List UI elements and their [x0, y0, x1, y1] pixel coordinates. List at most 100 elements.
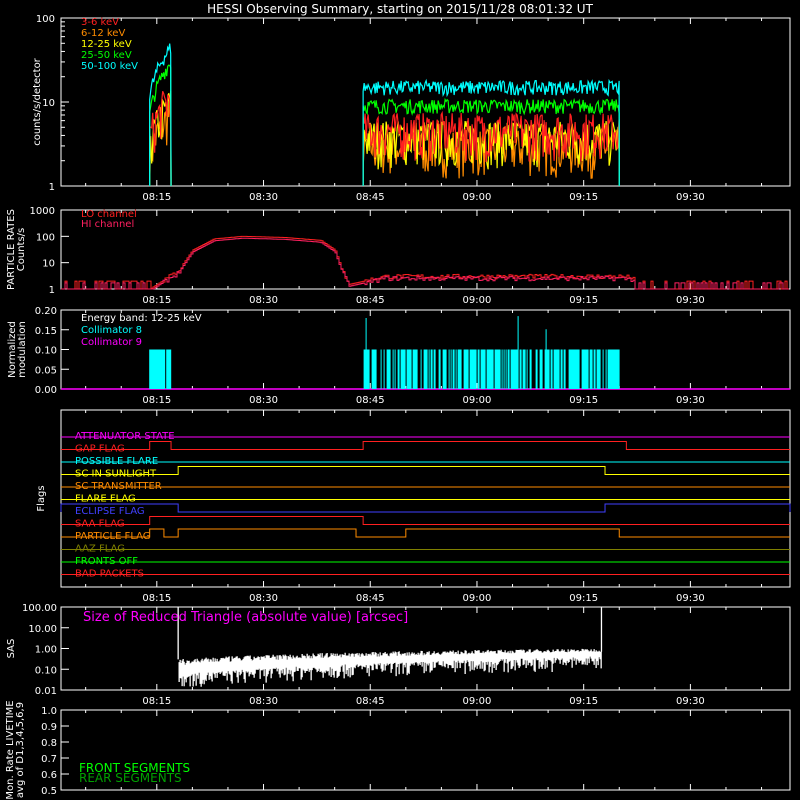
x-tick-label: 09:30 — [676, 696, 705, 707]
x-tick-label: 08:15 — [142, 593, 171, 604]
flag-line — [61, 466, 790, 475]
y-axis-label-text: SAS — [6, 639, 17, 659]
flag-label: ATTENUATOR STATE — [75, 431, 175, 442]
y-tick-label: 1.0 — [41, 706, 57, 717]
legend-entry: Size of Reduced Triangle (absolute value… — [83, 610, 408, 625]
flag-label: GAP FLAG — [75, 444, 125, 455]
modulation-bars — [149, 316, 620, 389]
legend-entry: 6-12 keV — [81, 28, 125, 39]
legend-entry: 50-100 keV — [81, 61, 138, 72]
y-tick-label: 0.7 — [41, 754, 57, 765]
legend-entry: 12-25 keV — [81, 39, 132, 50]
x-tick-label: 08:45 — [356, 295, 385, 306]
x-tick-label: 08:15 — [142, 295, 171, 306]
y-tick-label: 0.05 — [35, 365, 57, 376]
x-tick-label: 08:15 — [142, 395, 171, 406]
x-tick-label: 09:00 — [463, 395, 492, 406]
panel-2: 08:15 08:30 08:45 09:00 09:15 09:30 — [60, 209, 791, 306]
y-axis-label-line: Counts/s — [16, 228, 27, 272]
x-tick-label: 09:30 — [676, 192, 705, 203]
legend-entry: 25-50 keV — [81, 50, 132, 61]
flag-line — [61, 441, 790, 450]
legend-entry: HI channel — [81, 219, 134, 230]
flag-label: FRONTS OFF — [75, 556, 138, 567]
particle-rate-plot: 1101001000PARTICLE RATESCounts/sLO chann… — [6, 206, 789, 296]
flag-label: FLARE FLAG — [75, 494, 136, 505]
y-tick-label: 0.01 — [35, 686, 57, 697]
x-tick-label: 08:45 — [356, 395, 385, 406]
y-tick-label: 0.9 — [41, 722, 57, 733]
y-tick-label: 1.00 — [35, 645, 57, 656]
flag-label: AAZ FLAG — [75, 544, 125, 555]
x-tick-label: 09:15 — [569, 593, 598, 604]
y-tick-label: 0.15 — [35, 326, 57, 337]
legend-entry: REAR SEGMENTS — [79, 771, 182, 785]
x-tick-label: 09:15 — [569, 395, 598, 406]
flag-label: ECLIPSE FLAG — [75, 506, 145, 517]
y-tick-label: 1 — [49, 182, 55, 193]
x-tick-label: 09:00 — [463, 295, 492, 306]
x-tick-label: 08:45 — [356, 593, 385, 604]
hessi-summary-figure: HESSI Observing Summary, starting on 201… — [5, 2, 791, 800]
y-tick-label: 1 — [49, 285, 55, 296]
y-axis-label-text: PARTICLE RATESCounts/s — [6, 209, 27, 290]
annotation: Energy band: 12-25 keV — [81, 313, 202, 324]
livetime-plot: 0.5 0.6 0.7 0.8 0.9 1.0 Mon. Rate LIVETIMEavg … — [5, 700, 190, 799]
y-tick-label: 100 — [36, 232, 55, 243]
y-tick-label: 10 — [42, 259, 55, 270]
x-tick-label: 09:15 — [569, 192, 598, 203]
x-tick-label: 08:30 — [249, 395, 278, 406]
x-tick-label: 09:00 — [463, 192, 492, 203]
y-tick-label: 0.20 — [35, 306, 57, 317]
flags-plot: Flags ATTENUATOR STATE GAP FLAGPOSSIBLE FL… — [36, 431, 791, 580]
y-tick-label: 0.8 — [41, 738, 57, 749]
y-tick-label: 0.10 — [35, 665, 57, 676]
x-tick-label: 08:15 — [142, 696, 171, 707]
y-axis-label-text: Mon. Rate LIVETIMEavg of D1,3,4,5,6,9 — [5, 700, 26, 799]
count-rate-plot: 1 10 100 3-6 keV6-12 keV12-25 keV25-50 keV5… — [36, 14, 620, 193]
flag-label: SC IN SUNLIGHT — [75, 469, 157, 480]
y-tick-label: 0.5 — [41, 786, 57, 797]
y-axis-label: counts/s/detector — [32, 57, 43, 145]
flag-label: POSSIBLE FLARE — [75, 456, 158, 467]
x-tick-label: 08:30 — [249, 192, 278, 203]
x-tick-label: 08:30 — [249, 696, 278, 707]
y-axis-label-text: counts/s/detector — [32, 57, 43, 145]
x-tick-label: 08:45 — [356, 192, 385, 203]
y-axis-label-text: Flags — [36, 485, 47, 511]
legend-entry: 3-6 keV — [81, 17, 119, 28]
flag-line — [60, 503, 791, 513]
y-axis-label-line: avg of D1,3,4,5,6,9 — [15, 702, 26, 798]
flag-label: SAA FLAG — [75, 519, 125, 530]
y-tick-label: 0.10 — [35, 346, 57, 357]
legend-entry: Collimator 9 — [81, 337, 142, 348]
flag-label: SC TRANSMITTER — [75, 481, 162, 492]
series-line — [61, 235, 789, 290]
flag-label: PARTICLE FLAG — [75, 531, 151, 542]
x-tick-label: 09:30 — [676, 593, 705, 604]
x-tick-label: 09:00 — [463, 696, 492, 707]
modulation-plot: 0.00 0.05 0.10 0.15 0.20 Normalizedmodulation… — [7, 306, 790, 396]
x-tick-label: 08:30 — [249, 593, 278, 604]
flag-line — [61, 528, 790, 538]
flag-line — [61, 516, 790, 525]
figure-title: HESSI Observing Summary, starting on 201… — [207, 2, 593, 16]
x-tick-label: 09:30 — [676, 295, 705, 306]
series-line — [61, 237, 789, 290]
series-line — [149, 43, 620, 187]
x-tick-label: 09:15 — [569, 696, 598, 707]
y-axis-label-line: modulation — [17, 321, 28, 378]
y-tick-label: 100.00 — [22, 603, 57, 614]
y-tick-label: 10 — [42, 98, 55, 109]
y-axis-label-text: Normalizedmodulation — [7, 321, 28, 378]
x-tick-label: 08:15 — [142, 192, 171, 203]
y-tick-label: 10.00 — [28, 624, 57, 635]
x-tick-label: 09:15 — [569, 295, 598, 306]
y-tick-label: 1000 — [30, 206, 55, 217]
y-tick-label: 0.00 — [35, 385, 57, 396]
x-tick-label: 08:45 — [356, 696, 385, 707]
legend-entry: Collimator 8 — [81, 325, 142, 336]
y-tick-label: 100 — [36, 14, 55, 25]
x-tick-label: 09:00 — [463, 593, 492, 604]
y-tick-label: 0.6 — [41, 770, 57, 781]
